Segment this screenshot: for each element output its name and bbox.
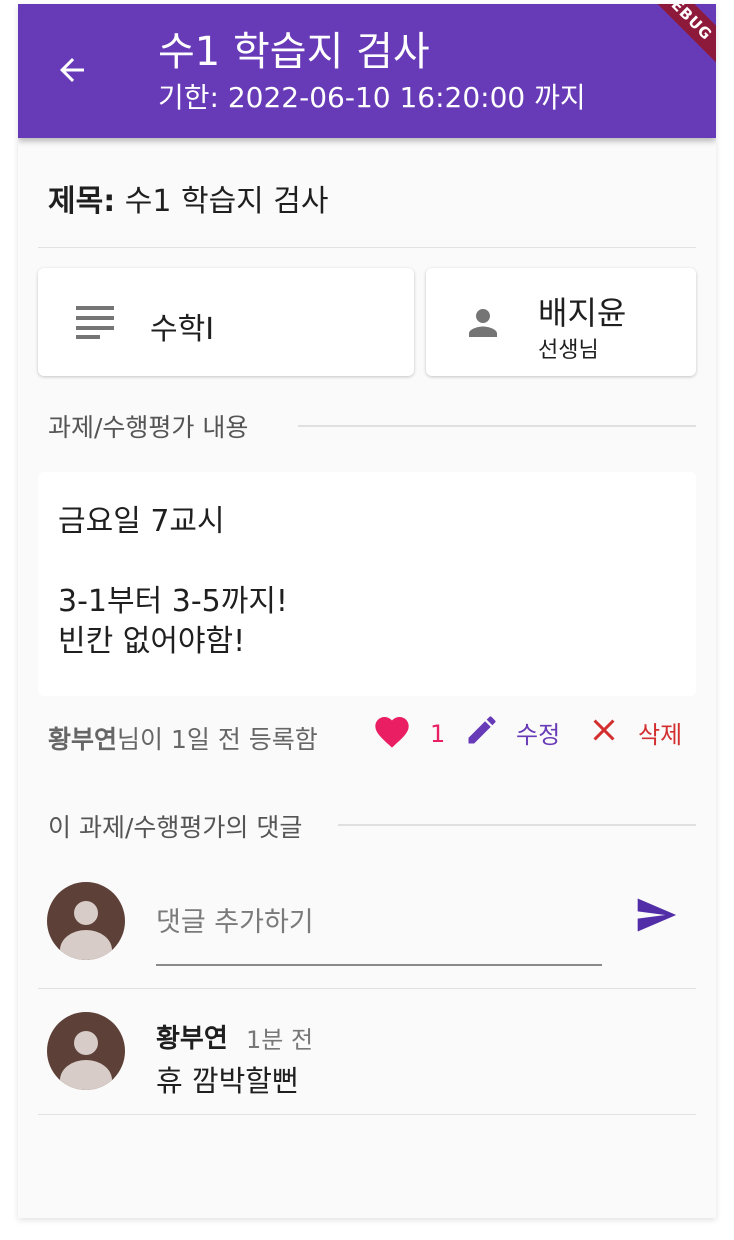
edit-button[interactable]: 수정: [464, 712, 560, 752]
back-button[interactable]: [42, 44, 102, 100]
content-line: 3-1부터 3-5까지!: [58, 584, 288, 619]
person-icon: [462, 302, 504, 348]
content-section-label: 과제/수행평가 내용: [48, 408, 269, 444]
page-title: 수1 학습지 검사: [158, 29, 430, 75]
subject-lines-icon: [76, 304, 116, 344]
comment-input[interactable]: 댓글 추가하기: [156, 884, 602, 966]
delete-button[interactable]: 삭제: [586, 712, 682, 752]
close-icon: [586, 712, 622, 752]
comment-text: 휴 깜박할뻔: [156, 1064, 299, 1098]
delete-label: 삭제: [638, 720, 683, 749]
edit-label: 수정: [516, 720, 561, 749]
course-card[interactable]: 수학I: [38, 268, 414, 376]
deadline-text: 기한: 2022-06-10 16:20:00 까지: [158, 81, 586, 114]
pencil-icon: [464, 712, 500, 752]
comment-time: 1분 전: [246, 1026, 314, 1054]
heart-icon: [372, 712, 412, 756]
author-name: 황부연: [48, 725, 118, 754]
comment-author: 황부연: [156, 1024, 228, 1054]
content-line: 금요일 7교시: [58, 504, 225, 539]
post-meta-suffix: 님이 1일 전 등록함: [117, 725, 318, 754]
content-line: 빈칸 없어야함!: [58, 624, 246, 659]
divider: [38, 247, 696, 248]
course-name: 수학I: [150, 312, 215, 347]
subject-label: 제목:: [48, 184, 116, 219]
content-body: 금요일 7교시 3-1부터 3-5까지! 빈칸 없어야함!: [58, 502, 288, 662]
app-screen: 수1 학습지 검사 기한: 2022-06-10 16:20:00 까지 DEB…: [18, 4, 716, 1218]
teacher-role: 선생님: [538, 338, 599, 363]
send-button[interactable]: [626, 892, 686, 942]
comment-input-placeholder: 댓글 추가하기: [156, 907, 314, 938]
section-divider: [338, 824, 696, 826]
avatar: [47, 1012, 125, 1090]
avatar: [47, 882, 125, 960]
subject-row: 제목: 수1 학습지 검사: [48, 176, 329, 220]
comment-item: 황부연 1분 전 휴 깜박할뻔: [18, 990, 716, 1114]
comments-section-label: 이 과제/수행평가의 댓글: [48, 808, 323, 844]
divider: [38, 988, 696, 989]
content-line: [58, 542, 288, 582]
divider: [38, 1114, 696, 1115]
debug-banner: DEBUG: [624, 4, 716, 78]
section-divider: [298, 425, 696, 427]
like-button[interactable]: 1: [372, 712, 445, 756]
arrow-back-icon: [54, 52, 90, 92]
subject-value: 수1 학습지 검사: [124, 184, 329, 219]
send-icon: [634, 893, 678, 941]
like-count: 1: [430, 720, 446, 748]
app-bar: 수1 학습지 검사 기한: 2022-06-10 16:20:00 까지 DEB…: [18, 4, 716, 138]
post-meta: 황부연님이 1일 전 등록함: [48, 720, 318, 756]
teacher-card[interactable]: 배지윤 선생님: [426, 268, 696, 376]
content-card: 금요일 7교시 3-1부터 3-5까지! 빈칸 없어야함!: [38, 472, 696, 696]
teacher-name: 배지윤: [538, 294, 627, 332]
